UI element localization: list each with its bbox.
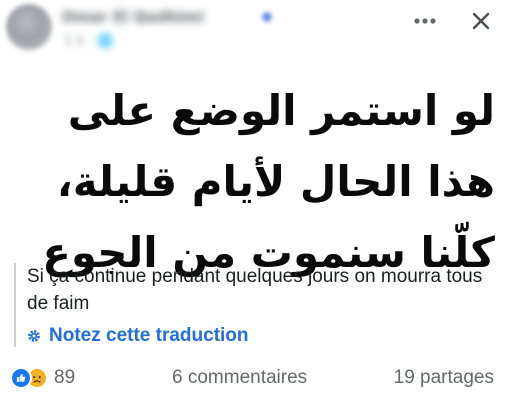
post-meta[interactable]: 1 h · 🌐	[64, 34, 144, 50]
translation-block: Si ça continue pendant quelques jours on…	[14, 263, 507, 347]
reaction-count: 89	[54, 367, 76, 388]
post-header: Omar El Qadhimi 1 h · 🌐	[0, 0, 509, 66]
rate-translation-link[interactable]: Notez cette traduction	[27, 325, 507, 347]
avatar[interactable]	[6, 4, 52, 50]
more-options-icon[interactable]	[412, 13, 438, 29]
gear-icon	[28, 330, 40, 342]
author-name[interactable]: Omar El Qadhimi	[62, 8, 262, 28]
shares-count[interactable]: 19 partages	[394, 367, 494, 389]
comments-count[interactable]: 6 commentaires	[172, 367, 307, 389]
verified-badge-icon	[262, 12, 272, 22]
reactions-summary[interactable]: 89	[10, 367, 75, 389]
engagement-bar: 89 6 commentaires 19 partages	[0, 363, 509, 397]
like-reaction-icon	[10, 367, 32, 389]
close-icon[interactable]	[469, 9, 493, 33]
translation-text: Si ça continue pendant quelques jours on…	[27, 266, 483, 314]
rate-translation-label: Notez cette traduction	[49, 325, 249, 346]
post-body-arabic: لو استمر الوضع على هذا الحال لأيام قليلة…	[42, 86, 495, 277]
